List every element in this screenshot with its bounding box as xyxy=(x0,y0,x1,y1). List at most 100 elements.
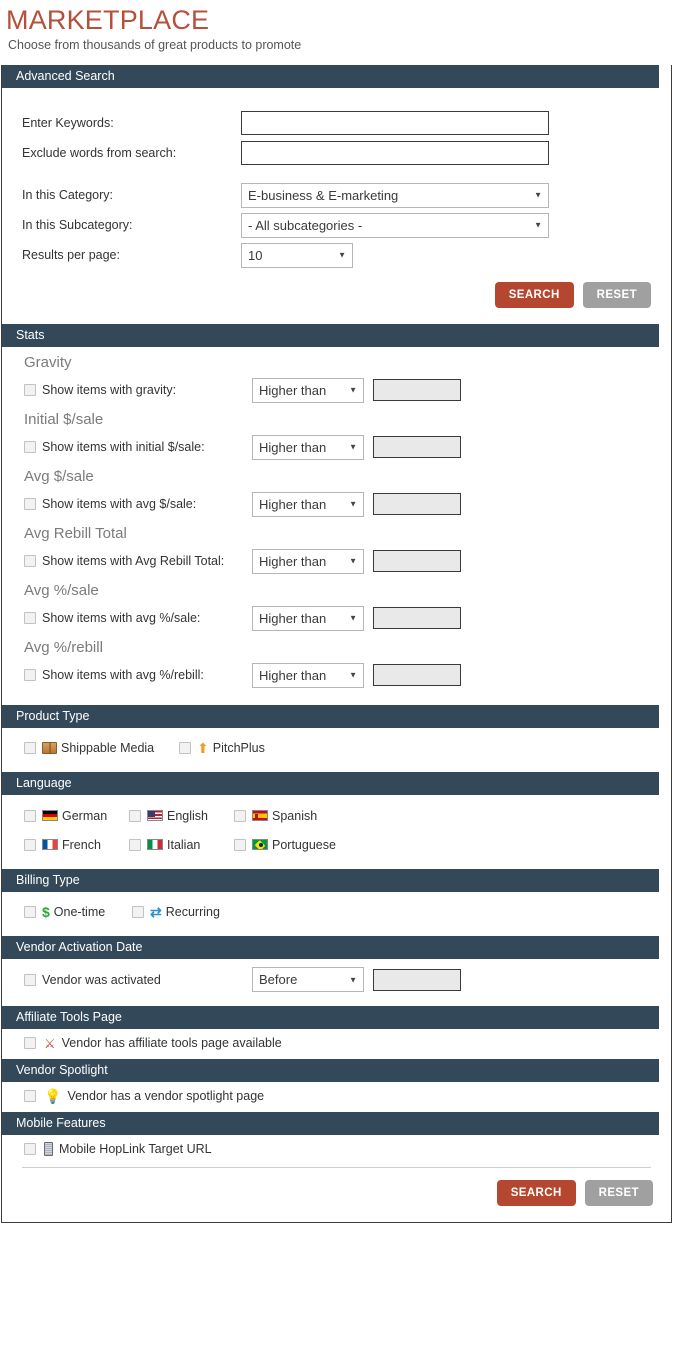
recurring-label: Recurring xyxy=(165,905,220,919)
stat-comparator-select[interactable]: Higher than xyxy=(252,548,364,574)
billing-type-recurring[interactable]: ⇄ Recurring xyxy=(130,898,220,926)
mobile-features-row[interactable]: Mobile HopLink Target URL xyxy=(22,1135,657,1165)
results-per-page-select[interactable]: 10 xyxy=(241,242,353,268)
stat-row[interactable]: Show items with gravity: Higher than xyxy=(22,376,657,404)
stat-row[interactable]: Show items with avg $/sale: Higher than xyxy=(22,490,657,518)
stat-value-input[interactable] xyxy=(373,607,461,629)
one-time-label: One-time xyxy=(53,905,106,919)
german-label: German xyxy=(62,808,108,823)
footer-reset-button[interactable]: RESET xyxy=(584,1180,653,1206)
language-french[interactable]: French xyxy=(22,830,127,859)
language-spanish[interactable]: Spanish xyxy=(232,801,372,830)
stat-comparator-wrap: Higher than xyxy=(252,605,364,631)
language-row-2: French Italian Portuguese xyxy=(22,830,657,859)
advanced-search-panel: Advanced Search Enter Keywords: Exclude … xyxy=(1,65,672,1223)
mobile-hoplink-checkbox[interactable] xyxy=(24,1143,36,1155)
top-button-row: SEARCH RESET xyxy=(22,270,657,324)
stat-value-input[interactable] xyxy=(373,493,461,515)
advanced-search-body: Enter Keywords: Exclude words from searc… xyxy=(2,88,671,324)
vendor-activation-row: Vendor was activated Before xyxy=(22,959,657,1006)
stat-label: Show items with avg %/sale: xyxy=(42,611,201,625)
stat-value-input[interactable] xyxy=(373,436,461,458)
french-checkbox[interactable] xyxy=(24,838,36,851)
stat-row[interactable]: Show items with initial $/sale: Higher th… xyxy=(22,433,657,461)
mobile-phone-icon xyxy=(44,1142,53,1156)
product-type-shippable-media[interactable]: Shippable Media xyxy=(22,734,177,762)
search-button[interactable]: SEARCH xyxy=(494,282,574,308)
results-per-page-row: Results per page: 10 xyxy=(22,240,657,270)
results-per-page-select-wrap: 10 xyxy=(241,242,353,268)
stat-comparator-select[interactable]: Higher than xyxy=(252,662,364,688)
flag-usa-icon xyxy=(147,810,163,821)
stat-title: Avg %/sale xyxy=(24,582,99,599)
keywords-input[interactable] xyxy=(241,111,549,135)
category-select-wrap: E-business & E-marketing xyxy=(241,182,549,208)
product-type-group: Shippable Media ⬆ PitchPlus xyxy=(22,728,657,772)
portuguese-checkbox[interactable] xyxy=(234,838,246,851)
stat-checkbox[interactable] xyxy=(24,555,36,567)
language-english[interactable]: English xyxy=(127,801,232,830)
recurring-checkbox[interactable] xyxy=(132,906,144,918)
stat-comparator-select[interactable]: Higher than xyxy=(252,434,364,460)
stat-checkbox[interactable] xyxy=(24,612,36,624)
shippable-media-label: Shippable Media xyxy=(61,741,155,755)
pitchplus-checkbox[interactable] xyxy=(179,742,191,754)
affiliate-tools-checkbox[interactable] xyxy=(24,1037,36,1049)
section-header-mobile-features: Mobile Features xyxy=(2,1112,659,1135)
shippable-media-checkbox[interactable] xyxy=(24,742,36,754)
flag-brazil-icon xyxy=(252,839,268,850)
stat-value-input[interactable] xyxy=(373,379,461,401)
stat-comparator-select[interactable]: Higher than xyxy=(252,377,364,403)
stat-block: Avg %/rebill Show items with avg %/rebill… xyxy=(22,632,657,689)
stat-row[interactable]: Show items with avg %/rebill: Higher than xyxy=(22,661,657,689)
stat-comparator-select[interactable]: Higher than xyxy=(252,605,364,631)
subcategory-select[interactable]: - All subcategories - xyxy=(241,212,549,238)
language-german[interactable]: German xyxy=(22,801,127,830)
stat-comparator-select[interactable]: Higher than xyxy=(252,491,364,517)
vendor-spotlight-row[interactable]: 💡 Vendor has a vendor spotlight page xyxy=(22,1082,657,1112)
spanish-label: Spanish xyxy=(272,808,318,823)
exclude-input[interactable] xyxy=(241,141,549,165)
reset-button[interactable]: RESET xyxy=(582,282,651,308)
vendor-activation-comparator-select[interactable]: Before xyxy=(252,967,364,992)
vendor-spotlight-checkbox[interactable] xyxy=(24,1090,36,1102)
stat-title: Avg Rebill Total xyxy=(24,525,127,542)
affiliate-tools-label: Vendor has affiliate tools page availabl… xyxy=(61,1036,282,1050)
desk-lamp-icon: 💡 xyxy=(44,1087,62,1104)
stat-value-input[interactable] xyxy=(373,664,461,686)
stat-title: Initial $/sale xyxy=(24,411,104,428)
flag-france-icon xyxy=(42,839,58,850)
stat-value-input[interactable] xyxy=(373,550,461,572)
stat-checkbox[interactable] xyxy=(24,498,36,510)
one-time-checkbox[interactable] xyxy=(24,906,36,918)
italian-checkbox[interactable] xyxy=(129,838,141,851)
billing-type-one-time[interactable]: $ One-time xyxy=(22,898,130,926)
vendor-activated-checkbox[interactable] xyxy=(24,973,36,986)
subcategory-row: In this Subcategory: - All subcategories… xyxy=(22,210,657,240)
section-header-language: Language xyxy=(2,772,659,795)
language-italian[interactable]: Italian xyxy=(127,830,232,859)
english-checkbox[interactable] xyxy=(129,809,141,822)
keywords-label: Enter Keywords: xyxy=(22,116,114,130)
stat-row[interactable]: Show items with avg %/sale: Higher than xyxy=(22,604,657,632)
affiliate-tools-row[interactable]: ⚔ Vendor has affiliate tools page availa… xyxy=(22,1029,657,1059)
spanish-checkbox[interactable] xyxy=(234,809,246,822)
stat-checkbox[interactable] xyxy=(24,669,36,681)
stat-label: Show items with initial $/sale: xyxy=(42,440,205,454)
language-grid: German English Spanish French Italian Po… xyxy=(22,795,657,869)
vendor-activated-label: Vendor was activated xyxy=(42,972,161,987)
section-header-vendor-activation-date: Vendor Activation Date xyxy=(2,936,659,959)
product-type-pitchplus[interactable]: ⬆ PitchPlus xyxy=(177,734,265,762)
stat-checkbox[interactable] xyxy=(24,384,36,396)
affiliate-tools-body: ⚔ Vendor has affiliate tools page availa… xyxy=(2,1029,671,1059)
category-select[interactable]: E-business & E-marketing xyxy=(241,182,549,208)
stat-row[interactable]: Show items with Avg Rebill Total: Higher … xyxy=(22,547,657,575)
language-portuguese[interactable]: Portuguese xyxy=(232,830,372,859)
stat-checkbox[interactable] xyxy=(24,441,36,453)
footer-search-button[interactable]: SEARCH xyxy=(496,1180,576,1206)
vendor-activation-date-input[interactable] xyxy=(373,968,461,991)
flag-spain-icon xyxy=(252,810,268,821)
german-checkbox[interactable] xyxy=(24,809,36,822)
subcategory-select-wrap: - All subcategories - xyxy=(241,212,549,238)
flag-italy-icon xyxy=(147,839,163,850)
